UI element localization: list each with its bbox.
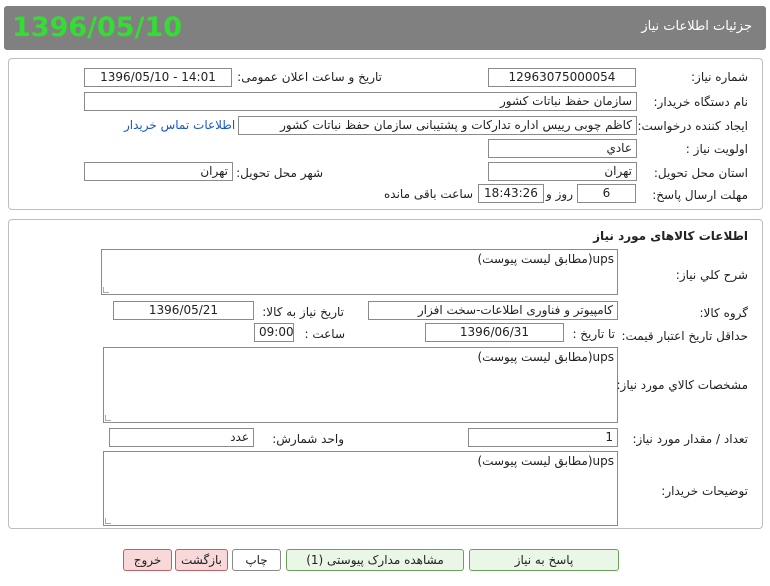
buyer-org-field: سازمان حفظ نباتات کشور (84, 92, 637, 111)
header-date: 1396/05/10 (12, 12, 183, 43)
notes-text: ups(مطابق لیست پیوست) (477, 454, 614, 468)
priority-label: اولویت نیاز : (685, 142, 748, 156)
specs-text: ups(مطابق لیست پیوست) (477, 350, 614, 364)
need-date-label: تاریخ نیاز به کالا: (262, 305, 344, 319)
priority-field: عادي (488, 139, 637, 158)
back-button[interactable]: بازگشت (175, 549, 228, 571)
unit-label: واحد شمارش: (272, 432, 344, 446)
header-title: جزئیات اطلاعات نیاز (641, 19, 752, 34)
need-number-label: شماره نیاز: (691, 70, 748, 84)
until-date-label: تا تاریخ : (572, 327, 615, 341)
attachments-button[interactable]: مشاهده مدارک پیوستی (1) (286, 549, 464, 571)
buyer-org-label: نام دستگاه خریدار: (653, 95, 749, 109)
group-label: گروه کالا: (699, 306, 749, 320)
qty-field: 1 (468, 428, 618, 447)
creator-field: کاظم چوبی رییس اداره تدارکات و پشتیبانی … (238, 116, 637, 135)
notes-label: توضیحات خریدار: (661, 484, 748, 498)
deadline-label: مهلت ارسال پاسخ: (652, 188, 748, 202)
unit-field: عدد (109, 428, 254, 447)
resize-grip-icon (105, 415, 111, 421)
city-label: شهر محل تحویل: (236, 166, 323, 180)
creator-label: ایجاد کننده درخواست: (637, 119, 748, 133)
goods-section-title: اطلاعات کالاهای مورد نیاز (593, 229, 748, 243)
time-remaining-field: 18:43:26 (478, 184, 544, 203)
province-field: تهران (488, 162, 637, 181)
resize-grip-icon (105, 518, 111, 524)
summary-label: شرح کلي نياز: (675, 268, 748, 282)
time-field: 09:00 (254, 323, 294, 342)
until-date-field: 1396/06/31 (425, 323, 564, 342)
announce-label: تاریخ و ساعت اعلان عمومی: (237, 70, 382, 84)
specs-label: مشخصات کالاي مورد نياز: (616, 378, 748, 392)
summary-text: ups(مطابق لیست پیوست) (477, 252, 614, 266)
group-field: کامپیوتر و فناوری اطلاعات-سخت افزار (368, 301, 618, 320)
resize-grip-icon (103, 287, 109, 293)
contact-link[interactable]: اطلاعات تماس خریدار (124, 118, 235, 132)
header-bar: 1396/05/10 جزئیات اطلاعات نیاز (4, 6, 766, 50)
summary-box: ups(مطابق لیست پیوست) (101, 249, 618, 295)
validity-label: حداقل تاریخ اعتبار قیمت: (621, 329, 748, 343)
need-date-field: 1396/05/21 (113, 301, 254, 320)
days-field: 6 (577, 184, 636, 203)
time-label: ساعت : (304, 327, 345, 341)
qty-label: تعداد / مقدار مورد نیاز: (632, 432, 748, 446)
print-button[interactable]: چاپ (232, 549, 281, 571)
province-label: استان محل تحویل: (653, 166, 748, 180)
specs-box: ups(مطابق لیست پیوست) (103, 347, 618, 423)
days-suffix: روز و (546, 187, 573, 201)
time-suffix: ساعت باقی مانده (384, 187, 474, 201)
respond-button[interactable]: پاسخ به نیاز (469, 549, 619, 571)
need-number-field: 1296307500005‎4 (488, 68, 636, 87)
city-field: تهران (84, 162, 233, 181)
notes-box: ups(مطابق لیست پیوست) (103, 451, 618, 526)
exit-button[interactable]: خروج (123, 549, 172, 571)
announce-field: 1396/05/10 - 14:01 (84, 68, 232, 87)
